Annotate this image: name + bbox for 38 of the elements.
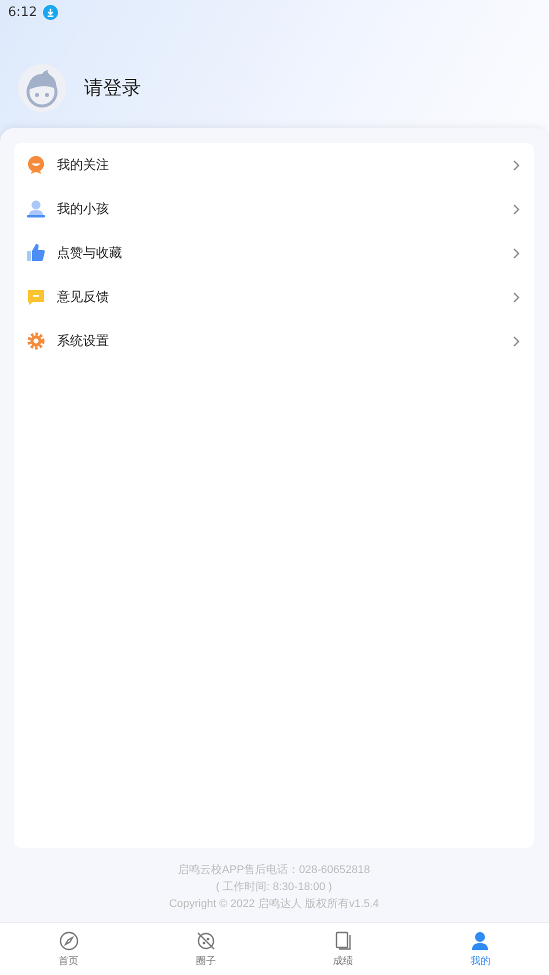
menu-item[interactable]: 意见反馈 — [14, 275, 534, 319]
menu-item[interactable]: 我的小孩 — [14, 187, 534, 231]
planet-icon — [196, 930, 216, 950]
chevron-right-icon — [513, 204, 520, 214]
smile-badge-icon — [26, 155, 46, 175]
tab[interactable]: 圈子 — [137, 923, 274, 975]
tab-label: 成绩 — [333, 954, 354, 968]
menu-label: 系统设置 — [57, 333, 110, 350]
menu-label: 我的关注 — [57, 157, 110, 174]
person-icon — [470, 930, 490, 950]
message-icon — [26, 287, 46, 307]
menu-label: 我的小孩 — [57, 201, 110, 218]
footer-text: 启鸣云校APP售后电话：028-60652818 — [178, 862, 370, 877]
menu-item[interactable]: 点赞与收藏 — [14, 231, 534, 275]
chevron-right-icon — [513, 160, 520, 170]
gear-icon — [26, 331, 46, 351]
compass-icon — [58, 930, 79, 950]
status-time: 6:12 — [8, 4, 38, 20]
tab[interactable]: 首页 — [0, 923, 138, 975]
tab-label: 圈子 — [196, 954, 216, 968]
tab-label: 我的 — [470, 954, 490, 968]
avatar-icon[interactable] — [18, 64, 66, 112]
menu-label: 点赞与收藏 — [57, 245, 123, 262]
person-icon — [26, 199, 46, 219]
footer-text: ( 工作时间: 8:30-18:00 ) — [216, 880, 332, 894]
chevron-right-icon — [513, 248, 520, 258]
tab-label: 首页 — [58, 954, 79, 968]
download-icon — [43, 4, 58, 20]
thumbs-up-icon — [26, 243, 46, 263]
menu-label: 意见反馈 — [57, 289, 110, 306]
book-icon — [333, 930, 354, 950]
login-prompt[interactable]: 请登录 — [84, 75, 141, 101]
menu-item[interactable]: 系统设置 — [14, 319, 534, 363]
tab[interactable]: 成绩 — [274, 923, 412, 975]
footer-text: Copyright © 2022 启鸣达人 版权所有v1.5.4 — [169, 896, 379, 911]
chevron-right-icon — [513, 292, 520, 302]
chevron-right-icon — [513, 336, 520, 346]
menu-item[interactable]: 我的关注 — [14, 143, 534, 187]
